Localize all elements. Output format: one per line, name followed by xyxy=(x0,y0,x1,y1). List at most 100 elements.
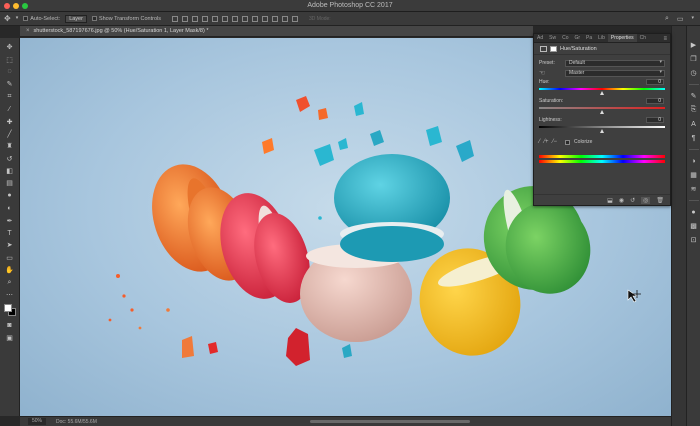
align-left-icon[interactable] xyxy=(202,15,209,22)
shape-tool-icon[interactable]: ▭ xyxy=(3,252,17,264)
chevron-down-icon[interactable]: ▾ xyxy=(691,15,694,23)
tab-properties[interactable]: Properties xyxy=(607,34,637,42)
hue-track[interactable] xyxy=(539,88,665,90)
align-center-icon[interactable] xyxy=(212,15,219,22)
trash-icon[interactable]: 🗑 xyxy=(656,197,664,204)
path-select-tool-icon[interactable]: ➤ xyxy=(3,239,17,251)
hue-thumb[interactable] xyxy=(599,91,604,95)
visibility-eye-icon[interactable]: ◎ xyxy=(641,196,651,204)
auto-align-icon[interactable] xyxy=(292,15,299,22)
quick-select-tool-icon[interactable]: ✎ xyxy=(3,78,17,90)
saturation-slider[interactable]: Saturation: 0 xyxy=(534,97,670,116)
move-tool-icon[interactable]: ✥ xyxy=(4,14,11,23)
view-previous-icon[interactable]: ◉ xyxy=(619,197,624,204)
saturation-track[interactable] xyxy=(539,107,665,109)
tab-co[interactable]: Co xyxy=(559,34,571,42)
zoom-tool-icon[interactable]: ⌕ xyxy=(3,276,17,288)
close-window-button[interactable] xyxy=(4,3,10,9)
tab-pa[interactable]: Pa xyxy=(583,34,595,42)
clone-stamp-tool-icon[interactable]: ♜ xyxy=(3,140,17,152)
zoom-level[interactable]: 50% xyxy=(28,418,47,425)
tab-lib[interactable]: Lib xyxy=(595,34,608,42)
eyedropper-minus-icon[interactable]: ⁄− xyxy=(553,139,558,145)
saturation-thumb[interactable] xyxy=(599,110,604,114)
history-icon[interactable]: ◷ xyxy=(689,68,699,78)
pen-tool-icon[interactable]: ✒ xyxy=(3,214,17,226)
channel-dropdown[interactable]: Master xyxy=(565,69,665,77)
channels-icon[interactable]: ≋ xyxy=(689,184,699,194)
tab-ch[interactable]: Ch xyxy=(637,34,649,42)
distribute-bottom-icon[interactable] xyxy=(252,15,259,22)
doc-size[interactable]: Doc: 55.6M/55.6M xyxy=(56,419,97,425)
color-swatches[interactable] xyxy=(3,303,17,317)
close-icon[interactable]: × xyxy=(26,28,30,34)
play-icon[interactable]: ▶ xyxy=(689,40,699,50)
quick-mask-icon[interactable]: ◙ xyxy=(3,319,17,331)
lightness-value[interactable]: 0 xyxy=(646,117,664,123)
checkbox-box[interactable] xyxy=(23,16,29,21)
adjustments-icon[interactable]: ◑ xyxy=(689,156,699,166)
properties-icon[interactable]: ▦ xyxy=(689,170,699,180)
screen-mode-icon[interactable]: ▣ xyxy=(3,332,17,344)
align-right-icon[interactable] xyxy=(222,15,229,22)
move-tool-icon[interactable]: ✥ xyxy=(3,41,17,53)
checkbox-box[interactable] xyxy=(91,16,97,21)
healing-brush-tool-icon[interactable]: ✚ xyxy=(3,115,17,127)
preset-dropdown[interactable]: Default xyxy=(565,59,665,67)
layer-mask-icon[interactable] xyxy=(550,45,557,52)
transform-controls-checkbox[interactable]: Show Transform Controls xyxy=(91,16,161,22)
reset-icon[interactable]: ↺ xyxy=(630,197,635,204)
clip-to-layer-icon[interactable]: ⬓ xyxy=(607,197,613,204)
type-tool-icon[interactable]: T xyxy=(3,227,17,239)
hue-slider[interactable]: Hue: 0 xyxy=(534,78,670,97)
tab-ad[interactable]: Ad xyxy=(534,34,546,42)
navigator-icon[interactable]: ⊡ xyxy=(689,235,699,245)
align-bottom-icon[interactable] xyxy=(192,15,199,22)
eyedropper-tool-icon[interactable]: ⁄ xyxy=(3,103,17,115)
lightness-thumb[interactable] xyxy=(599,129,604,133)
horizontal-scrollbar[interactable] xyxy=(310,420,470,423)
tab-sw[interactable]: Sw xyxy=(546,34,559,42)
minimize-window-button[interactable] xyxy=(13,3,19,9)
distribute-center-icon[interactable] xyxy=(272,15,279,22)
history-brush-tool-icon[interactable]: ↺ xyxy=(3,153,17,165)
eyedropper-plus-icon[interactable]: ⁄+ xyxy=(544,139,549,145)
more-tools-icon[interactable]: ⋯ xyxy=(3,289,17,301)
clone-source-icon[interactable]: ⎘ xyxy=(689,105,699,115)
gradient-tool-icon[interactable]: ▤ xyxy=(3,177,17,189)
auto-select-dropdown[interactable]: Layer xyxy=(65,14,87,23)
color-icon[interactable]: ● xyxy=(689,207,699,217)
brush-preset-icon[interactable]: ✎ xyxy=(689,91,699,101)
auto-select-checkbox[interactable]: Auto-Select: xyxy=(23,16,60,22)
eraser-tool-icon[interactable]: ◧ xyxy=(3,165,17,177)
distribute-middle-icon[interactable] xyxy=(242,15,249,22)
targeted-adjustment-icon[interactable]: ☜ xyxy=(539,69,561,77)
lightness-slider[interactable]: Lightness: 0 xyxy=(534,116,670,135)
lasso-tool-icon[interactable]: ◌ xyxy=(3,66,17,78)
chevron-down-icon[interactable]: ▾ xyxy=(16,16,19,21)
lightness-track[interactable] xyxy=(539,126,665,128)
swatches-icon[interactable]: ▩ xyxy=(689,221,699,231)
distribute-left-icon[interactable] xyxy=(262,15,269,22)
document-tab[interactable]: × shutterstock_587197676.jpg @ 50% (Hue/… xyxy=(20,26,533,37)
distribute-right-icon[interactable] xyxy=(282,15,289,22)
eyedropper-icon[interactable]: ⁄ xyxy=(539,139,540,145)
layers-icon[interactable]: ❐ xyxy=(689,54,699,64)
hue-value[interactable]: 0 xyxy=(646,79,664,85)
paragraph-icon[interactable]: ¶ xyxy=(689,133,699,143)
zoom-window-button[interactable] xyxy=(22,3,28,9)
dodge-tool-icon[interactable]: ◐ xyxy=(3,202,17,214)
foreground-color[interactable] xyxy=(3,304,12,313)
search-icon[interactable]: ⌕ xyxy=(665,15,669,23)
crop-tool-icon[interactable]: ⌗ xyxy=(3,91,17,103)
brush-tool-icon[interactable]: ╱ xyxy=(3,128,17,140)
panel-menu-icon[interactable]: ≡ xyxy=(663,36,670,42)
tab-gr[interactable]: Gr xyxy=(571,34,583,42)
blur-tool-icon[interactable]: ● xyxy=(3,190,17,202)
distribute-top-icon[interactable] xyxy=(232,15,239,22)
workspace-icon[interactable]: ▭ xyxy=(677,15,684,23)
saturation-value[interactable]: 0 xyxy=(646,98,664,104)
align-middle-icon[interactable] xyxy=(182,15,189,22)
marquee-tool-icon[interactable]: ⬚ xyxy=(3,53,17,65)
colorize-checkbox[interactable] xyxy=(565,139,571,145)
